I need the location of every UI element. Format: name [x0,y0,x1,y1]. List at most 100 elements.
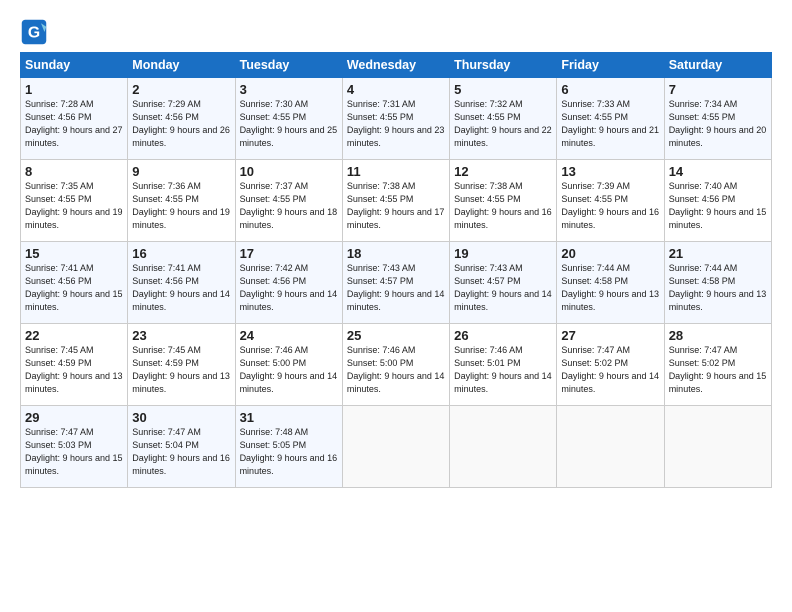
day-info: Sunrise: 7:45 AMSunset: 4:59 PMDaylight:… [132,344,230,396]
day-number: 25 [347,328,445,343]
calendar-cell: 13Sunrise: 7:39 AMSunset: 4:55 PMDayligh… [557,160,664,242]
day-number: 28 [669,328,767,343]
day-number: 26 [454,328,552,343]
svg-text:G: G [28,24,40,41]
day-info: Sunrise: 7:47 AMSunset: 5:04 PMDaylight:… [132,426,230,478]
calendar-cell: 11Sunrise: 7:38 AMSunset: 4:55 PMDayligh… [342,160,449,242]
day-number: 5 [454,82,552,97]
day-number: 22 [25,328,123,343]
day-number: 8 [25,164,123,179]
calendar-week-row: 29Sunrise: 7:47 AMSunset: 5:03 PMDayligh… [21,406,772,488]
day-info: Sunrise: 7:34 AMSunset: 4:55 PMDaylight:… [669,98,767,150]
calendar-cell: 9Sunrise: 7:36 AMSunset: 4:55 PMDaylight… [128,160,235,242]
header-wednesday: Wednesday [342,53,449,78]
day-info: Sunrise: 7:48 AMSunset: 5:05 PMDaylight:… [240,426,338,478]
day-info: Sunrise: 7:31 AMSunset: 4:55 PMDaylight:… [347,98,445,150]
day-info: Sunrise: 7:32 AMSunset: 4:55 PMDaylight:… [454,98,552,150]
day-info: Sunrise: 7:46 AMSunset: 5:00 PMDaylight:… [347,344,445,396]
day-info: Sunrise: 7:40 AMSunset: 4:56 PMDaylight:… [669,180,767,232]
day-info: Sunrise: 7:44 AMSunset: 4:58 PMDaylight:… [669,262,767,314]
header-tuesday: Tuesday [235,53,342,78]
day-number: 15 [25,246,123,261]
day-number: 2 [132,82,230,97]
day-info: Sunrise: 7:47 AMSunset: 5:02 PMDaylight:… [561,344,659,396]
calendar-page: G SundayMondayTuesdayWednesdayThursdayFr… [0,0,792,498]
calendar-week-row: 1Sunrise: 7:28 AMSunset: 4:56 PMDaylight… [21,78,772,160]
day-number: 30 [132,410,230,425]
day-info: Sunrise: 7:36 AMSunset: 4:55 PMDaylight:… [132,180,230,232]
calendar-cell: 26Sunrise: 7:46 AMSunset: 5:01 PMDayligh… [450,324,557,406]
day-info: Sunrise: 7:37 AMSunset: 4:55 PMDaylight:… [240,180,338,232]
calendar-cell: 17Sunrise: 7:42 AMSunset: 4:56 PMDayligh… [235,242,342,324]
day-number: 24 [240,328,338,343]
day-info: Sunrise: 7:38 AMSunset: 4:55 PMDaylight:… [454,180,552,232]
day-number: 19 [454,246,552,261]
day-number: 20 [561,246,659,261]
day-info: Sunrise: 7:45 AMSunset: 4:59 PMDaylight:… [25,344,123,396]
calendar-cell: 3Sunrise: 7:30 AMSunset: 4:55 PMDaylight… [235,78,342,160]
calendar-week-row: 22Sunrise: 7:45 AMSunset: 4:59 PMDayligh… [21,324,772,406]
calendar-cell: 4Sunrise: 7:31 AMSunset: 4:55 PMDaylight… [342,78,449,160]
calendar-cell: 29Sunrise: 7:47 AMSunset: 5:03 PMDayligh… [21,406,128,488]
calendar-cell: 5Sunrise: 7:32 AMSunset: 4:55 PMDaylight… [450,78,557,160]
calendar-week-row: 8Sunrise: 7:35 AMSunset: 4:55 PMDaylight… [21,160,772,242]
day-info: Sunrise: 7:46 AMSunset: 5:01 PMDaylight:… [454,344,552,396]
day-number: 13 [561,164,659,179]
day-number: 7 [669,82,767,97]
calendar-cell: 16Sunrise: 7:41 AMSunset: 4:56 PMDayligh… [128,242,235,324]
header-monday: Monday [128,53,235,78]
calendar-cell: 21Sunrise: 7:44 AMSunset: 4:58 PMDayligh… [664,242,771,324]
logo-icon: G [20,18,48,46]
header: G [20,18,772,46]
calendar-cell: 15Sunrise: 7:41 AMSunset: 4:56 PMDayligh… [21,242,128,324]
day-info: Sunrise: 7:39 AMSunset: 4:55 PMDaylight:… [561,180,659,232]
day-number: 14 [669,164,767,179]
calendar-cell: 23Sunrise: 7:45 AMSunset: 4:59 PMDayligh… [128,324,235,406]
day-number: 29 [25,410,123,425]
calendar-cell [342,406,449,488]
calendar-header-row: SundayMondayTuesdayWednesdayThursdayFrid… [21,53,772,78]
day-info: Sunrise: 7:47 AMSunset: 5:02 PMDaylight:… [669,344,767,396]
day-number: 4 [347,82,445,97]
day-number: 16 [132,246,230,261]
day-info: Sunrise: 7:29 AMSunset: 4:56 PMDaylight:… [132,98,230,150]
day-info: Sunrise: 7:42 AMSunset: 4:56 PMDaylight:… [240,262,338,314]
calendar-cell: 2Sunrise: 7:29 AMSunset: 4:56 PMDaylight… [128,78,235,160]
calendar-cell: 7Sunrise: 7:34 AMSunset: 4:55 PMDaylight… [664,78,771,160]
header-friday: Friday [557,53,664,78]
calendar-cell: 30Sunrise: 7:47 AMSunset: 5:04 PMDayligh… [128,406,235,488]
calendar-cell: 24Sunrise: 7:46 AMSunset: 5:00 PMDayligh… [235,324,342,406]
day-info: Sunrise: 7:41 AMSunset: 4:56 PMDaylight:… [25,262,123,314]
day-info: Sunrise: 7:33 AMSunset: 4:55 PMDaylight:… [561,98,659,150]
calendar-cell: 10Sunrise: 7:37 AMSunset: 4:55 PMDayligh… [235,160,342,242]
calendar-cell [664,406,771,488]
day-number: 31 [240,410,338,425]
day-number: 9 [132,164,230,179]
day-number: 21 [669,246,767,261]
day-info: Sunrise: 7:30 AMSunset: 4:55 PMDaylight:… [240,98,338,150]
day-info: Sunrise: 7:38 AMSunset: 4:55 PMDaylight:… [347,180,445,232]
day-number: 23 [132,328,230,343]
day-info: Sunrise: 7:41 AMSunset: 4:56 PMDaylight:… [132,262,230,314]
day-number: 27 [561,328,659,343]
calendar-cell: 8Sunrise: 7:35 AMSunset: 4:55 PMDaylight… [21,160,128,242]
calendar-cell: 19Sunrise: 7:43 AMSunset: 4:57 PMDayligh… [450,242,557,324]
calendar-cell: 28Sunrise: 7:47 AMSunset: 5:02 PMDayligh… [664,324,771,406]
day-number: 1 [25,82,123,97]
day-info: Sunrise: 7:47 AMSunset: 5:03 PMDaylight:… [25,426,123,478]
logo: G [20,18,52,46]
day-number: 10 [240,164,338,179]
calendar-cell: 1Sunrise: 7:28 AMSunset: 4:56 PMDaylight… [21,78,128,160]
header-sunday: Sunday [21,53,128,78]
day-number: 3 [240,82,338,97]
calendar-cell [557,406,664,488]
calendar-cell: 18Sunrise: 7:43 AMSunset: 4:57 PMDayligh… [342,242,449,324]
header-saturday: Saturday [664,53,771,78]
calendar-cell: 22Sunrise: 7:45 AMSunset: 4:59 PMDayligh… [21,324,128,406]
calendar-week-row: 15Sunrise: 7:41 AMSunset: 4:56 PMDayligh… [21,242,772,324]
day-info: Sunrise: 7:43 AMSunset: 4:57 PMDaylight:… [454,262,552,314]
calendar-cell: 6Sunrise: 7:33 AMSunset: 4:55 PMDaylight… [557,78,664,160]
day-number: 18 [347,246,445,261]
calendar-cell: 20Sunrise: 7:44 AMSunset: 4:58 PMDayligh… [557,242,664,324]
day-info: Sunrise: 7:44 AMSunset: 4:58 PMDaylight:… [561,262,659,314]
